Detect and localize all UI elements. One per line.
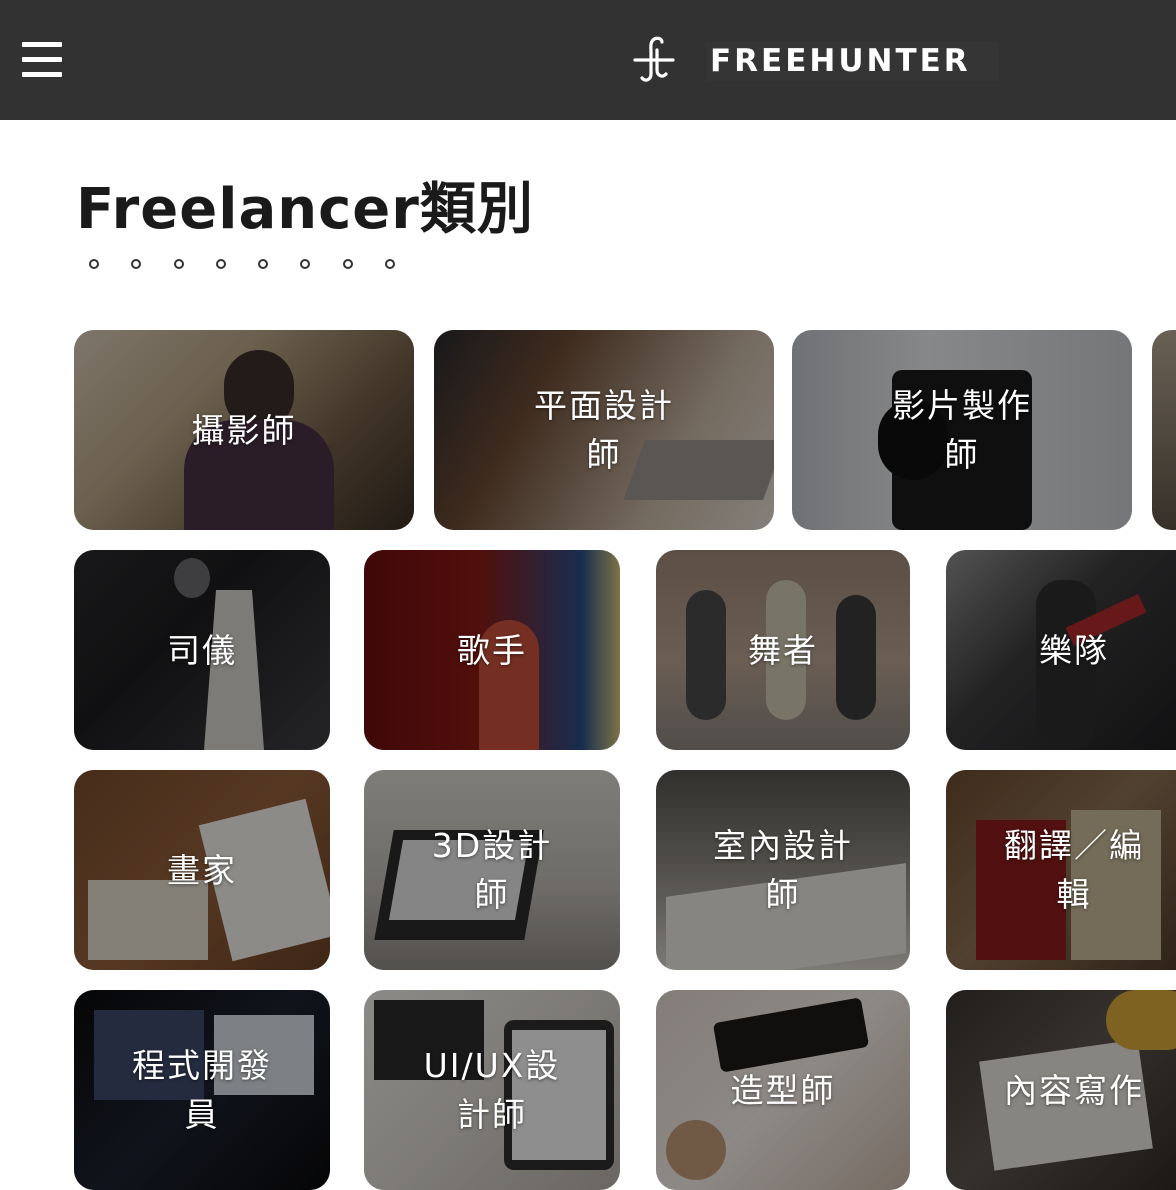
category-label: 樂隊 <box>1039 630 1109 670</box>
carousel-dot[interactable] <box>173 259 184 269</box>
category-label: 攝影師 <box>191 410 297 450</box>
category-label: 舞者 <box>748 630 818 670</box>
hamburger-menu-icon[interactable] <box>22 42 62 78</box>
category-card-band[interactable]: 樂隊 <box>946 550 1176 750</box>
category-label: 造型師 <box>730 1070 836 1110</box>
category-card-singer[interactable]: 歌手 <box>364 550 620 750</box>
category-card-emcee[interactable]: 司儀 <box>74 550 330 750</box>
category-card-developer[interactable]: 程式開發員 <box>74 990 330 1190</box>
category-card-dancer[interactable]: 舞者 <box>656 550 910 750</box>
page-title: Freelancer類別 <box>76 177 534 242</box>
carousel-dot[interactable] <box>215 259 226 269</box>
carousel-dot[interactable] <box>385 259 396 269</box>
carousel-dot[interactable] <box>300 259 311 269</box>
brand-name: FREEHUNTER <box>706 41 999 81</box>
carousel-dot[interactable] <box>131 259 142 269</box>
category-card-graphic-designer[interactable]: 平面設計師 <box>434 330 774 530</box>
category-card-partial[interactable] <box>1152 330 1176 530</box>
top-header: FREEHUNTER <box>0 0 1176 120</box>
category-card-translator[interactable]: 翻譯／編輯 <box>946 770 1176 970</box>
category-card-photographer[interactable]: 攝影師 <box>74 330 414 530</box>
category-card-video-producer[interactable]: 影片製作師 <box>792 330 1132 530</box>
category-card-3d-designer[interactable]: 3D設計師 <box>364 770 620 970</box>
category-card-stylist[interactable]: 造型師 <box>656 990 910 1190</box>
category-label: 平面設計師 <box>534 386 674 474</box>
category-label: 內容寫作 <box>1004 1070 1144 1110</box>
carousel-dots <box>89 259 427 269</box>
category-card-interior-designer[interactable]: 室內設計師 <box>656 770 910 970</box>
category-label: 程式開發員 <box>132 1046 272 1134</box>
category-card-painter[interactable]: 畫家 <box>74 770 330 970</box>
carousel-dot[interactable] <box>258 259 269 269</box>
category-label: 歌手 <box>457 630 527 670</box>
category-label: 畫家 <box>167 850 237 890</box>
category-label: 室內設計師 <box>713 826 853 914</box>
carousel-dot[interactable] <box>89 259 99 269</box>
brand-logo[interactable]: FREEHUNTER <box>632 36 999 86</box>
category-label: 影片製作師 <box>892 386 1032 474</box>
category-label: 司儀 <box>167 630 237 670</box>
category-label: UI/UX設計師 <box>423 1046 561 1134</box>
category-label: 3D設計師 <box>431 826 553 914</box>
freehunter-logo-icon <box>633 36 675 82</box>
category-label: 翻譯／編輯 <box>1004 826 1144 914</box>
category-card-uiux-designer[interactable]: UI/UX設計師 <box>364 990 620 1190</box>
carousel-dot[interactable] <box>342 259 353 269</box>
category-card-content-writer[interactable]: 內容寫作 <box>946 990 1176 1190</box>
